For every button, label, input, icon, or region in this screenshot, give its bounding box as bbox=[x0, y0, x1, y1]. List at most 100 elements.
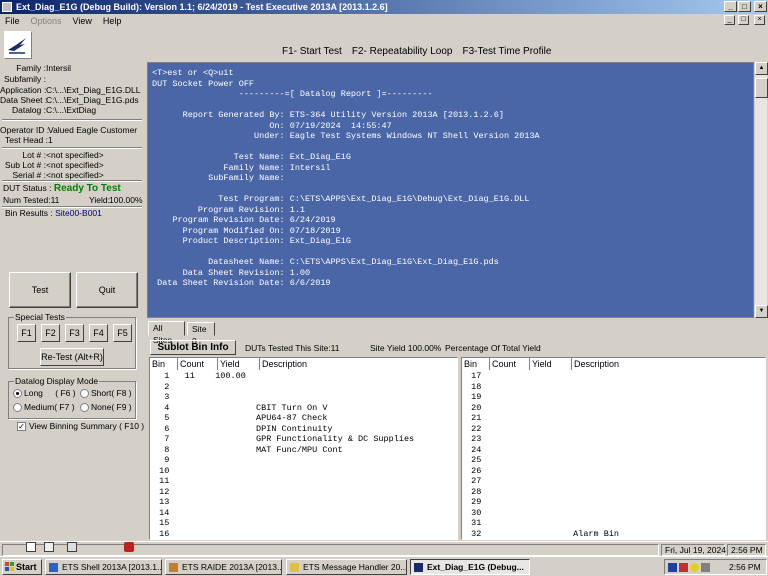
count-col[interactable]: Count bbox=[490, 358, 530, 370]
bin-row[interactable]: 8 MAT Func/MPU Cont bbox=[150, 445, 457, 456]
console-scrollbar[interactable]: ▲ ▼ bbox=[754, 62, 768, 318]
bin-row[interactable]: 17 bbox=[462, 371, 765, 382]
app-icon[interactable] bbox=[2, 2, 12, 12]
close-button[interactable]: × bbox=[754, 1, 767, 12]
special-test-f1-button[interactable]: F1 bbox=[17, 324, 36, 342]
special-test-f4-button[interactable]: F4 bbox=[89, 324, 108, 342]
bin-row[interactable]: 26 bbox=[462, 466, 765, 477]
scroll-up-icon[interactable]: ▲ bbox=[755, 62, 768, 75]
bin-row[interactable]: 6 DPIN Continuity bbox=[150, 424, 457, 435]
tray-speaker-icon[interactable] bbox=[701, 563, 710, 572]
special-test-f3-button[interactable]: F3 bbox=[65, 324, 84, 342]
medium-radio[interactable]: Medium( F7 ) bbox=[13, 402, 75, 413]
bin-row[interactable]: 16 bbox=[150, 529, 457, 540]
special-test-f5-button[interactable]: F5 bbox=[113, 324, 132, 342]
quicklaunch-red-icon[interactable] bbox=[124, 542, 134, 552]
bin-row[interactable]: 7 GPR Functionality & DC Supplies bbox=[150, 434, 457, 445]
tray-network-icon[interactable] bbox=[668, 563, 677, 572]
bin-row[interactable]: 9 bbox=[150, 455, 457, 466]
menu-view[interactable]: View bbox=[73, 16, 92, 26]
bin-row[interactable]: 15 bbox=[150, 518, 457, 529]
bin-row[interactable]: 24 bbox=[462, 445, 765, 456]
title-bar[interactable]: Ext_Diag_E1G (Debug Build): Version 1.1;… bbox=[0, 0, 768, 14]
bin-row[interactable]: 12 bbox=[150, 487, 457, 498]
retest-button[interactable]: Re-Test (Alt+R) bbox=[40, 348, 104, 366]
task-ext-diag[interactable]: Ext_Diag_E1G (Debug... bbox=[410, 559, 530, 575]
tray-smiley-icon[interactable] bbox=[690, 563, 699, 572]
start-button[interactable]: Start bbox=[2, 559, 42, 575]
test-button[interactable]: Test bbox=[9, 272, 71, 308]
bin-row[interactable]: 13 bbox=[150, 497, 457, 508]
console-line: DUT Socket Power OFF bbox=[152, 78, 255, 89]
special-test-f2-button[interactable]: F2 bbox=[41, 324, 60, 342]
bin-row[interactable]: 29 bbox=[462, 497, 765, 508]
task-ets-shell[interactable]: ETS Shell 2013A [2013.1.... bbox=[45, 559, 162, 575]
bin-row[interactable]: 32 Alarm Bin bbox=[462, 529, 765, 540]
bin-row[interactable]: 21 bbox=[462, 413, 765, 424]
mdi-restore-button[interactable]: □ bbox=[738, 15, 749, 25]
minimize-button[interactable]: _ bbox=[724, 1, 737, 12]
menu-file[interactable]: File bbox=[5, 16, 20, 26]
yield-col[interactable]: Yield bbox=[530, 358, 572, 370]
bin-col[interactable]: Bin bbox=[150, 358, 178, 370]
bin-row[interactable]: 2 bbox=[150, 382, 457, 393]
long-radio[interactable]: Long ( F6 ) bbox=[13, 388, 76, 399]
task-message-handler[interactable]: ETS Message Handler 20... bbox=[286, 559, 407, 575]
description-col[interactable]: Description bbox=[260, 358, 457, 370]
function-key-bar: F1- Start Test F2- Repeatability Loop F3-T… bbox=[282, 46, 561, 57]
bin-row[interactable]: 19 bbox=[462, 392, 765, 403]
bin-row[interactable]: 10 bbox=[150, 466, 457, 477]
quit-button[interactable]: Quit bbox=[76, 272, 138, 308]
f1-start-test[interactable]: F1- Start Test bbox=[282, 46, 342, 57]
datalog-console[interactable]: <T>est or <Q>uit DUT Socket Power OFF ---… bbox=[147, 62, 754, 318]
testhead-label: Test Head : bbox=[5, 135, 48, 145]
bin-row[interactable]: 3 bbox=[150, 392, 457, 403]
bin-row[interactable]: 20 bbox=[462, 403, 765, 414]
console-line: Program Revision Date: 6/24/2019 bbox=[152, 215, 336, 225]
quicklaunch-app-icon[interactable] bbox=[67, 542, 77, 552]
bin-col[interactable]: Bin bbox=[462, 358, 490, 370]
tab-all-sites[interactable]: All Sites bbox=[148, 321, 185, 345]
bin-row[interactable]: 28 bbox=[462, 487, 765, 498]
bin-row[interactable]: 31 bbox=[462, 518, 765, 529]
scroll-thumb[interactable] bbox=[755, 78, 768, 98]
count-col[interactable]: Count bbox=[178, 358, 218, 370]
menu-options[interactable]: Options bbox=[31, 16, 62, 26]
bin-row[interactable]: 4 CBIT Turn On V bbox=[150, 403, 457, 414]
bin-row[interactable]: 14 bbox=[150, 508, 457, 519]
start-label: Start bbox=[16, 562, 37, 572]
view-binning-checkbox[interactable]: ✓ View Binning Summary ( F10 ) bbox=[17, 421, 144, 432]
bin-row[interactable]: 11 bbox=[150, 476, 457, 487]
scroll-down-icon[interactable]: ▼ bbox=[755, 305, 768, 318]
menu-help[interactable]: Help bbox=[103, 16, 122, 26]
taskbar: Start ETS Shell 2013A [2013.1.... ETS RA… bbox=[0, 542, 768, 576]
testhead-value: 1 bbox=[48, 135, 53, 145]
tray-security-icon[interactable] bbox=[679, 563, 688, 572]
tab-site-0[interactable]: Site 0 bbox=[187, 322, 215, 346]
task-ets-raide[interactable]: ETS RAIDE 2013A [2013.... bbox=[165, 559, 282, 575]
quicklaunch-explorer-icon[interactable] bbox=[44, 542, 54, 552]
bins-left-pane[interactable]: Bin Count Yield Description 1 11 100.00 … bbox=[149, 357, 458, 540]
maximize-button[interactable]: □ bbox=[738, 1, 751, 12]
mdi-minimize-button[interactable]: _ bbox=[724, 15, 735, 25]
bins-right-pane[interactable]: Bin Count Yield Description 17 18 19 20 … bbox=[461, 357, 766, 540]
description-col[interactable]: Description bbox=[572, 358, 765, 370]
sublot-bin-info-button[interactable]: Sublot Bin Info bbox=[150, 340, 236, 355]
bin-row[interactable]: 22 bbox=[462, 424, 765, 435]
none-radio[interactable]: None( F9 ) bbox=[80, 402, 132, 413]
bin-row[interactable]: 30 bbox=[462, 508, 765, 519]
yield-col[interactable]: Yield bbox=[218, 358, 260, 370]
quicklaunch-desktop-icon[interactable] bbox=[26, 542, 36, 552]
bin-row[interactable]: 23 bbox=[462, 434, 765, 445]
bin-row[interactable]: 27 bbox=[462, 476, 765, 487]
mdi-close-button[interactable]: × bbox=[754, 15, 765, 25]
bin-row[interactable]: 18 bbox=[462, 382, 765, 393]
short-radio[interactable]: Short( F8 ) bbox=[80, 388, 132, 399]
bin-row[interactable]: 25 bbox=[462, 455, 765, 466]
f3-test-time-profile[interactable]: F3-Test Time Profile bbox=[462, 46, 551, 57]
f2-repeatability-loop[interactable]: F2- Repeatability Loop bbox=[352, 46, 453, 57]
console-line: <T>est or <Q>uit bbox=[152, 68, 234, 78]
bin-row[interactable]: 5 APU64-87 Check bbox=[150, 413, 457, 424]
datalog-mode-group: Datalog Display Mode Long ( F6 ) Short( … bbox=[8, 376, 136, 419]
bin-row[interactable]: 1 11 100.00 bbox=[150, 371, 457, 382]
